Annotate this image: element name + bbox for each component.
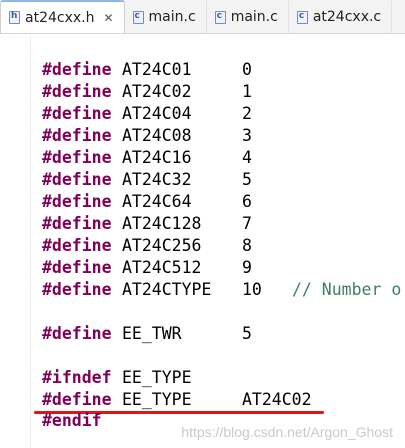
code-line: #endif (42, 411, 102, 430)
editor-tab-bar: h at24cxx.h ✕ c main.c c main.c c at24cx… (0, 0, 405, 34)
code-line: #define AT24C32 5 (42, 170, 252, 189)
editor-gutter (0, 35, 31, 448)
watermark: https://blog.csdn.net/Argon_Ghost (181, 424, 393, 440)
code-comment: // Number o (292, 280, 402, 299)
code-line: #define AT24C64 6 (42, 192, 252, 211)
code-line: #define AT24C08 3 (42, 126, 252, 145)
tab-at24cxx-c[interactable]: c at24cxx.c (289, 1, 393, 33)
tab-main-c[interactable]: c main.c (125, 1, 207, 33)
code-editor[interactable]: #define AT24C01 0 #define AT24C02 1 #define A… (0, 35, 405, 448)
header-file-icon: h (9, 11, 20, 24)
close-icon[interactable]: ✕ (103, 11, 113, 25)
code-line: #define AT24C01 0 (42, 60, 252, 79)
code-line: #define AT24C128 7 (42, 214, 252, 233)
code-line: #define EE_TYPE AT24C02 (42, 390, 312, 409)
code-line: #define AT24C04 2 (42, 104, 252, 123)
tab-label: main.c (230, 9, 278, 25)
c-file-icon: c (296, 10, 308, 24)
tab-label: at24cxx.h (25, 9, 95, 26)
code-line: #define AT24C16 4 (42, 148, 252, 167)
tab-main-c-2[interactable]: c main.c (207, 1, 289, 33)
code-line: #define AT24C256 8 (42, 236, 252, 255)
code-line: #ifndef EE_TYPE (42, 368, 192, 387)
tab-label: main.c (148, 9, 196, 25)
c-file-icon: c (214, 10, 226, 24)
code-line: #define AT24C02 1 (42, 82, 252, 101)
tab-label: at24cxx.c (312, 9, 382, 25)
code-line: #define AT24CTYPE 10// Number o (42, 280, 402, 299)
c-file-icon: c (132, 10, 144, 24)
code-line: #define AT24C512 9 (42, 258, 252, 277)
tab-at24cxx-h[interactable]: h at24cxx.h ✕ (0, 0, 125, 33)
code-line: #define EE_TWR 5 (42, 324, 252, 343)
